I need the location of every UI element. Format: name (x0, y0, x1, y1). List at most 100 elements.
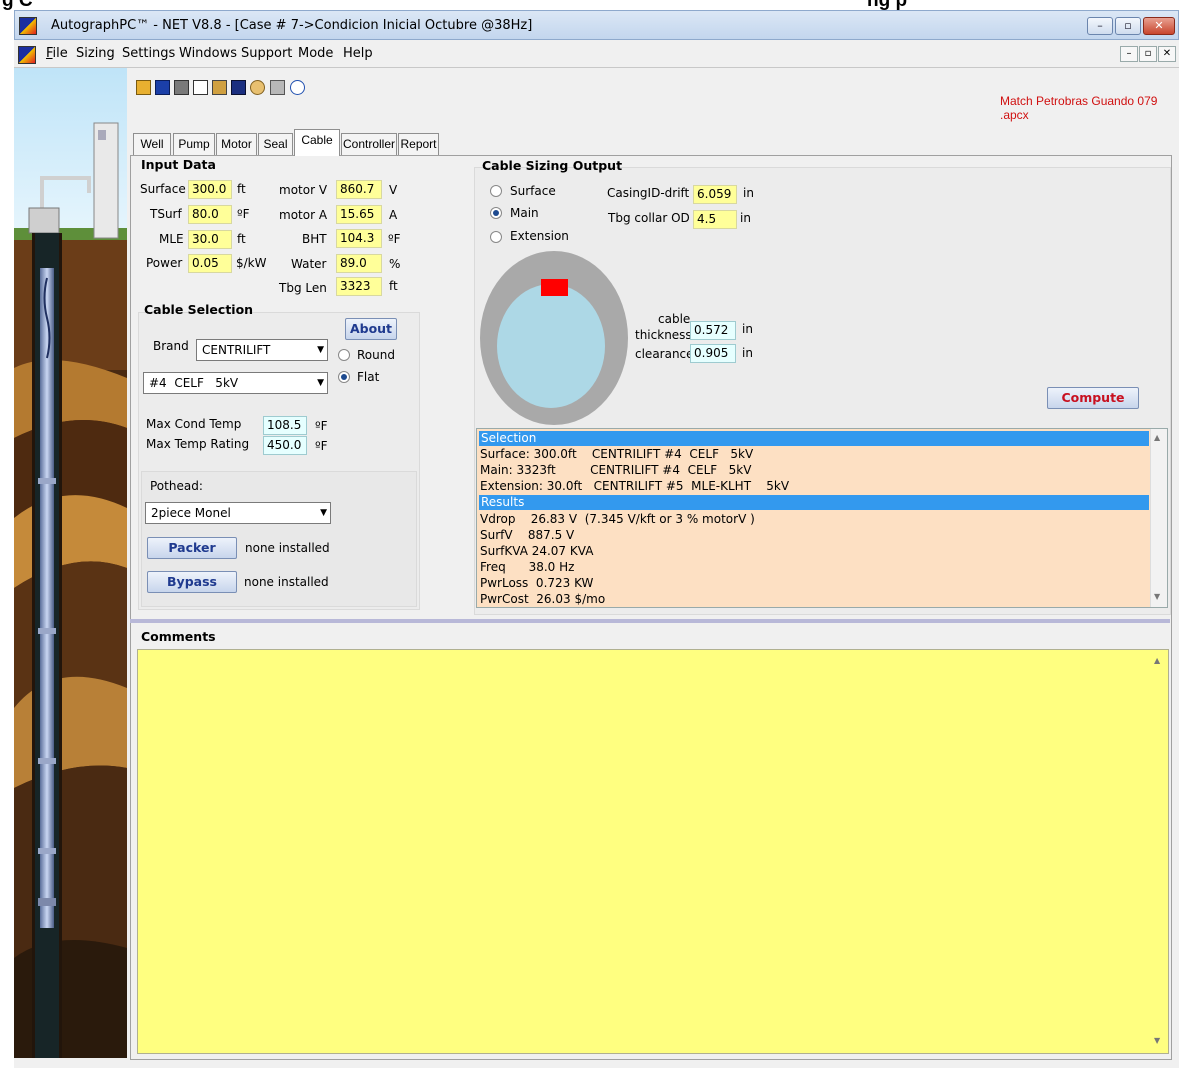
water-label: Water (291, 257, 327, 271)
tab-pump[interactable]: Pump (173, 133, 215, 155)
menu-windows[interactable]: Windows (179, 46, 237, 61)
motor-v-input[interactable]: 860.7 (336, 180, 382, 199)
scroll-down-icon[interactable]: ▼ (1154, 1036, 1160, 1045)
page-icon[interactable] (193, 80, 208, 95)
maximize-button[interactable]: ▫ (1115, 17, 1141, 35)
packer-button[interactable]: Packer (147, 537, 237, 559)
surface-radio[interactable] (490, 185, 502, 197)
tools-icon[interactable] (212, 80, 227, 95)
extension-radio[interactable] (490, 231, 502, 243)
scroll-up-icon[interactable]: ▲ (1154, 656, 1160, 665)
caption-fragment-left: g C (2, 0, 33, 10)
mdi-restore-button[interactable]: ▫ (1139, 46, 1157, 62)
scroll-up-icon[interactable]: ▲ (1154, 433, 1160, 442)
comments-scrollbar[interactable]: ▲ ▼ (1151, 650, 1168, 1053)
menu-mode[interactable]: Mode (298, 46, 333, 61)
list-item: Surface: 300.0ft CENTRILIFT #4 CELF 5kV (480, 447, 754, 461)
motor-v-label: motor V (279, 183, 328, 197)
brand-select[interactable]: CENTRILIFT ▼ (196, 339, 328, 361)
close-button[interactable]: ✕ (1143, 17, 1175, 35)
mle-label: MLE (159, 232, 184, 246)
max-temp-rating-unit: ºF (315, 439, 328, 453)
minimize-button[interactable]: – (1087, 17, 1113, 35)
tab-report[interactable]: Report (398, 133, 439, 155)
cable-select-value: #4 CELF 5kV (149, 376, 239, 390)
water-unit: % (389, 257, 401, 271)
list-item: SurfV 887.5 V (480, 528, 575, 542)
cable-thickness-value: 0.572 (690, 321, 736, 340)
chevron-down-icon: ▼ (317, 378, 324, 388)
menu-help[interactable]: Help (343, 46, 373, 61)
casing-id-label: CasingID-drift (607, 186, 690, 200)
comments-title: Comments (141, 629, 216, 644)
scroll-down-icon[interactable]: ▼ (1154, 592, 1160, 601)
max-cond-temp-value: 108.5 (263, 416, 307, 435)
mdi-minimize-button[interactable]: – (1120, 46, 1138, 62)
about-button[interactable]: About (345, 318, 397, 340)
bht-unit: ºF (388, 232, 401, 246)
save-icon[interactable] (155, 80, 170, 95)
motor-v-unit: V (389, 183, 398, 197)
window-titlebar: AutographPC™ - NET V8.8 - [Case # 7->Con… (14, 10, 1179, 40)
document-caption: g C ng p (0, 0, 1183, 10)
max-cond-temp-label: Max Cond Temp (146, 417, 242, 431)
units-icon[interactable] (231, 80, 246, 95)
clearance-value: 0.905 (690, 344, 736, 363)
menu-sizing[interactable]: Sizing (76, 46, 115, 61)
list-item: Main: 3323ft CENTRILIFT #4 CELF 5kV (480, 463, 752, 477)
tbg-len-unit: ft (389, 279, 398, 293)
results-listbox[interactable]: Selection Surface: 300.0ft CENTRILIFT #4… (476, 428, 1168, 608)
mdi-app-icon[interactable] (18, 46, 36, 64)
max-cond-temp-unit: ºF (315, 419, 328, 433)
bypass-button[interactable]: Bypass (147, 571, 237, 593)
tsurf-input[interactable]: 80.0 (188, 205, 232, 224)
menu-file[interactable]: File (46, 46, 68, 61)
main-radio[interactable] (490, 207, 502, 219)
input-data-title: Input Data (141, 157, 216, 172)
help-icon[interactable] (290, 80, 305, 95)
surface-label: Surface (140, 182, 186, 196)
tab-motor[interactable]: Motor (216, 133, 257, 155)
menu-support[interactable]: Support (241, 46, 292, 61)
power-input[interactable]: 0.05 (188, 254, 232, 273)
mdi-close-button[interactable]: ✕ (1158, 46, 1176, 62)
surface-input[interactable]: 300.0 (188, 180, 232, 199)
tsurf-label: TSurf (150, 207, 182, 221)
wrench-icon[interactable] (270, 80, 285, 95)
undo-icon[interactable] (250, 80, 265, 95)
list-item: PwrLoss 0.723 KW (480, 576, 594, 590)
brand-select-value: CENTRILIFT (202, 343, 271, 357)
chevron-down-icon: ▼ (320, 508, 327, 518)
tab-seal[interactable]: Seal (258, 133, 293, 155)
open-folder-icon[interactable] (136, 80, 151, 95)
tbg-len-label: Tbg Len (279, 281, 327, 295)
tab-well[interactable]: Well (133, 133, 171, 155)
selection-header: Selection (479, 431, 1149, 446)
motor-a-input[interactable]: 15.65 (336, 205, 382, 224)
tbg-len-input[interactable]: 3323 (336, 277, 382, 296)
pothead-label: Pothead: (150, 479, 203, 493)
bht-input[interactable]: 104.3 (336, 229, 382, 248)
casing-id-input[interactable]: 6.059 (693, 185, 737, 204)
splitter-bar[interactable] (130, 619, 1170, 623)
comments-textarea[interactable]: ▲ ▼ (137, 649, 1169, 1054)
tab-controller[interactable]: Controller (341, 133, 397, 155)
water-input[interactable]: 89.0 (336, 254, 382, 273)
results-scrollbar[interactable]: ▲ ▼ (1150, 429, 1167, 607)
window-title: AutographPC™ - NET V8.8 - [Case # 7->Con… (51, 18, 533, 33)
tbg-collar-input[interactable]: 4.5 (693, 210, 737, 229)
list-item: Extension: 30.0ft CENTRILIFT #5 MLE-KLHT… (480, 479, 790, 493)
round-radio[interactable] (338, 349, 350, 361)
chevron-down-icon: ▼ (317, 345, 324, 355)
print-icon[interactable] (174, 80, 189, 95)
menu-settings[interactable]: Settings (122, 46, 175, 61)
cable-select[interactable]: #4 CELF 5kV ▼ (143, 372, 328, 394)
cable-selection-title: Cable Selection (144, 302, 254, 317)
flat-radio[interactable] (338, 371, 350, 383)
power-unit: $/kW (236, 256, 267, 270)
mle-input[interactable]: 30.0 (188, 230, 232, 249)
tab-cable[interactable]: Cable (294, 129, 340, 156)
pothead-select[interactable]: 2piece Monel ▼ (145, 502, 331, 524)
compute-button[interactable]: Compute (1047, 387, 1139, 409)
tsurf-unit: ºF (237, 207, 250, 221)
